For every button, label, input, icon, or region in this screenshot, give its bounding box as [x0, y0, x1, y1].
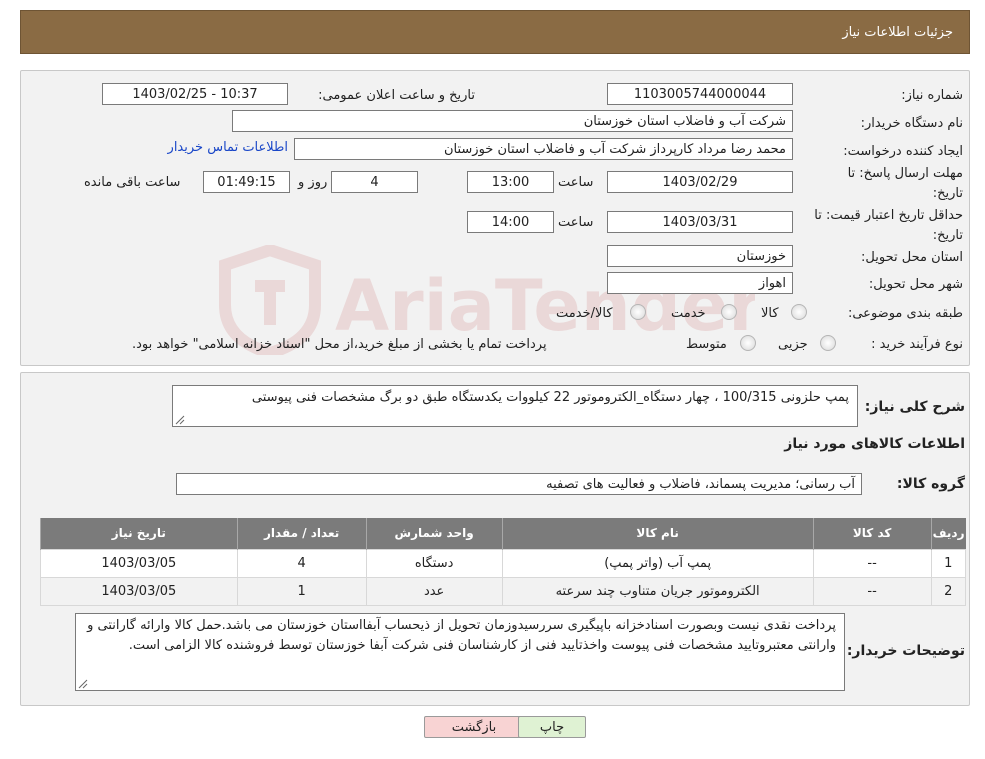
price-validity-date-field: 1403/03/31	[607, 211, 793, 233]
goods-table: ردیف کد کالا نام کالا واحد شمارش تعداد /…	[40, 518, 967, 606]
category-goods-label: کالا	[761, 306, 779, 321]
col-code: کد کالا	[812, 518, 932, 549]
description-field[interactable]: پمپ حلزونی 100/315 ، چهار دستگاه_الکتروم…	[172, 385, 858, 427]
goods-table-header: ردیف کد کالا نام کالا واحد شمارش تعداد /…	[40, 518, 966, 549]
buyer-notes-label: توضیحات خریدار:	[846, 643, 965, 659]
announce-field: 1403/02/25 - 10:37	[102, 83, 288, 105]
purchase-medium-label: متوسط	[686, 337, 727, 352]
buyer-label: نام دستگاه خریدار:	[860, 116, 963, 131]
announce-label: تاریخ و ساعت اعلان عمومی:	[318, 88, 475, 103]
cell-qty: 1	[236, 576, 367, 606]
category-goods-service-label: کالا/خدمت	[556, 306, 613, 321]
reply-time-label: ساعت	[558, 175, 594, 190]
reply-date-field: 1403/02/29	[607, 171, 793, 193]
purchase-minor-label: جزیی	[778, 337, 808, 352]
cell-unit: دستگاه	[365, 548, 503, 578]
remaining-label: ساعت باقی مانده	[84, 175, 181, 190]
city-label: شهر محل تحویل:	[868, 277, 963, 292]
cell-row: 1	[930, 548, 967, 578]
table-row: 2 -- الکتروموتور جریان متناوب چند سرعته …	[40, 576, 967, 606]
cell-date: 1403/03/05	[40, 576, 238, 606]
description-text: پمپ حلزونی 100/315 ، چهار دستگاه_الکتروم…	[251, 390, 849, 405]
reply-deadline-label: مهلت ارسال پاسخ: تا تاریخ:	[847, 166, 963, 201]
resize-grip-icon[interactable]	[78, 679, 88, 689]
cell-unit: عدد	[365, 576, 503, 606]
reply-time-field: 13:00	[467, 171, 554, 193]
buyer-notes-text: پرداخت نقدی نیست وبصورت اسنادخزانه باپیگ…	[87, 618, 836, 653]
creator-label: ایجاد کننده درخواست:	[843, 144, 963, 159]
cell-qty: 4	[236, 548, 367, 578]
col-qty: تعداد / مقدار	[236, 518, 367, 549]
purchase-medium-radio[interactable]	[740, 335, 756, 351]
goods-group-field: آب رسانی؛ مدیریت پسماند، فاضلاب و فعالیت…	[176, 473, 862, 495]
category-service-radio[interactable]	[721, 304, 737, 320]
city-field: اهواز	[607, 272, 793, 294]
goods-group-label: گروه کالا:	[896, 476, 965, 492]
col-date: تاریخ نیاز	[40, 518, 238, 549]
days-label: روز و	[298, 175, 328, 190]
buyer-contact-link[interactable]: اطلاعات تماس خریدار	[168, 140, 288, 155]
price-validity-time-label: ساعت	[558, 215, 594, 230]
purchase-minor-radio[interactable]	[820, 335, 836, 351]
buyer-notes-field[interactable]: پرداخت نقدی نیست وبصورت اسنادخزانه باپیگ…	[75, 613, 845, 691]
price-validity-label: حداقل تاریخ اعتبار قیمت: تا تاریخ:	[814, 208, 963, 243]
category-goods-radio[interactable]	[791, 304, 807, 320]
cell-code: --	[812, 548, 932, 578]
print-button[interactable]: چاپ	[518, 716, 586, 738]
province-field: خوزستان	[607, 245, 793, 267]
cell-name: الکتروموتور جریان متناوب چند سرعته	[501, 576, 814, 606]
col-name: نام کالا	[501, 518, 814, 549]
cell-date: 1403/03/05	[40, 548, 238, 578]
category-label: طبقه بندی موضوعی:	[847, 306, 963, 321]
col-unit: واحد شمارش	[365, 518, 503, 549]
category-goods-service-radio[interactable]	[630, 304, 646, 320]
price-validity-time-field: 14:00	[467, 211, 554, 233]
col-row: ردیف	[930, 518, 966, 549]
cell-name: پمپ آب (واتر پمپ)	[501, 548, 814, 578]
table-row: 1 -- پمپ آب (واتر پمپ) دستگاه 4 1403/03/…	[40, 548, 967, 578]
need-number-field: 1103005744000044	[607, 83, 793, 105]
page-header: جزئیات اطلاعات نیاز	[20, 10, 970, 54]
purchase-type-label: نوع فرآیند خرید :	[871, 337, 963, 352]
page-title: جزئیات اطلاعات نیاز	[842, 24, 953, 40]
description-label: شرح کلی نیاز:	[864, 399, 965, 415]
goods-section-title: اطلاعات کالاهای مورد نیاز	[784, 436, 965, 452]
remaining-time-field: 01:49:15	[203, 171, 290, 193]
back-button[interactable]: بازگشت	[424, 716, 524, 738]
days-field: 4	[331, 171, 418, 193]
cell-code: --	[812, 576, 932, 606]
need-number-label: شماره نیاز:	[901, 88, 963, 103]
buyer-field: شرکت آب و فاضلاب استان خوزستان	[232, 110, 793, 132]
resize-grip-icon[interactable]	[175, 415, 185, 425]
cell-row: 2	[930, 576, 967, 606]
treasury-note: پرداخت تمام یا بخشی از مبلغ خرید،از محل …	[132, 337, 547, 352]
creator-field: محمد رضا مرداد کارپرداز شرکت آب و فاضلاب…	[294, 138, 793, 160]
category-service-label: خدمت	[671, 306, 706, 321]
province-label: استان محل تحویل:	[861, 250, 963, 265]
